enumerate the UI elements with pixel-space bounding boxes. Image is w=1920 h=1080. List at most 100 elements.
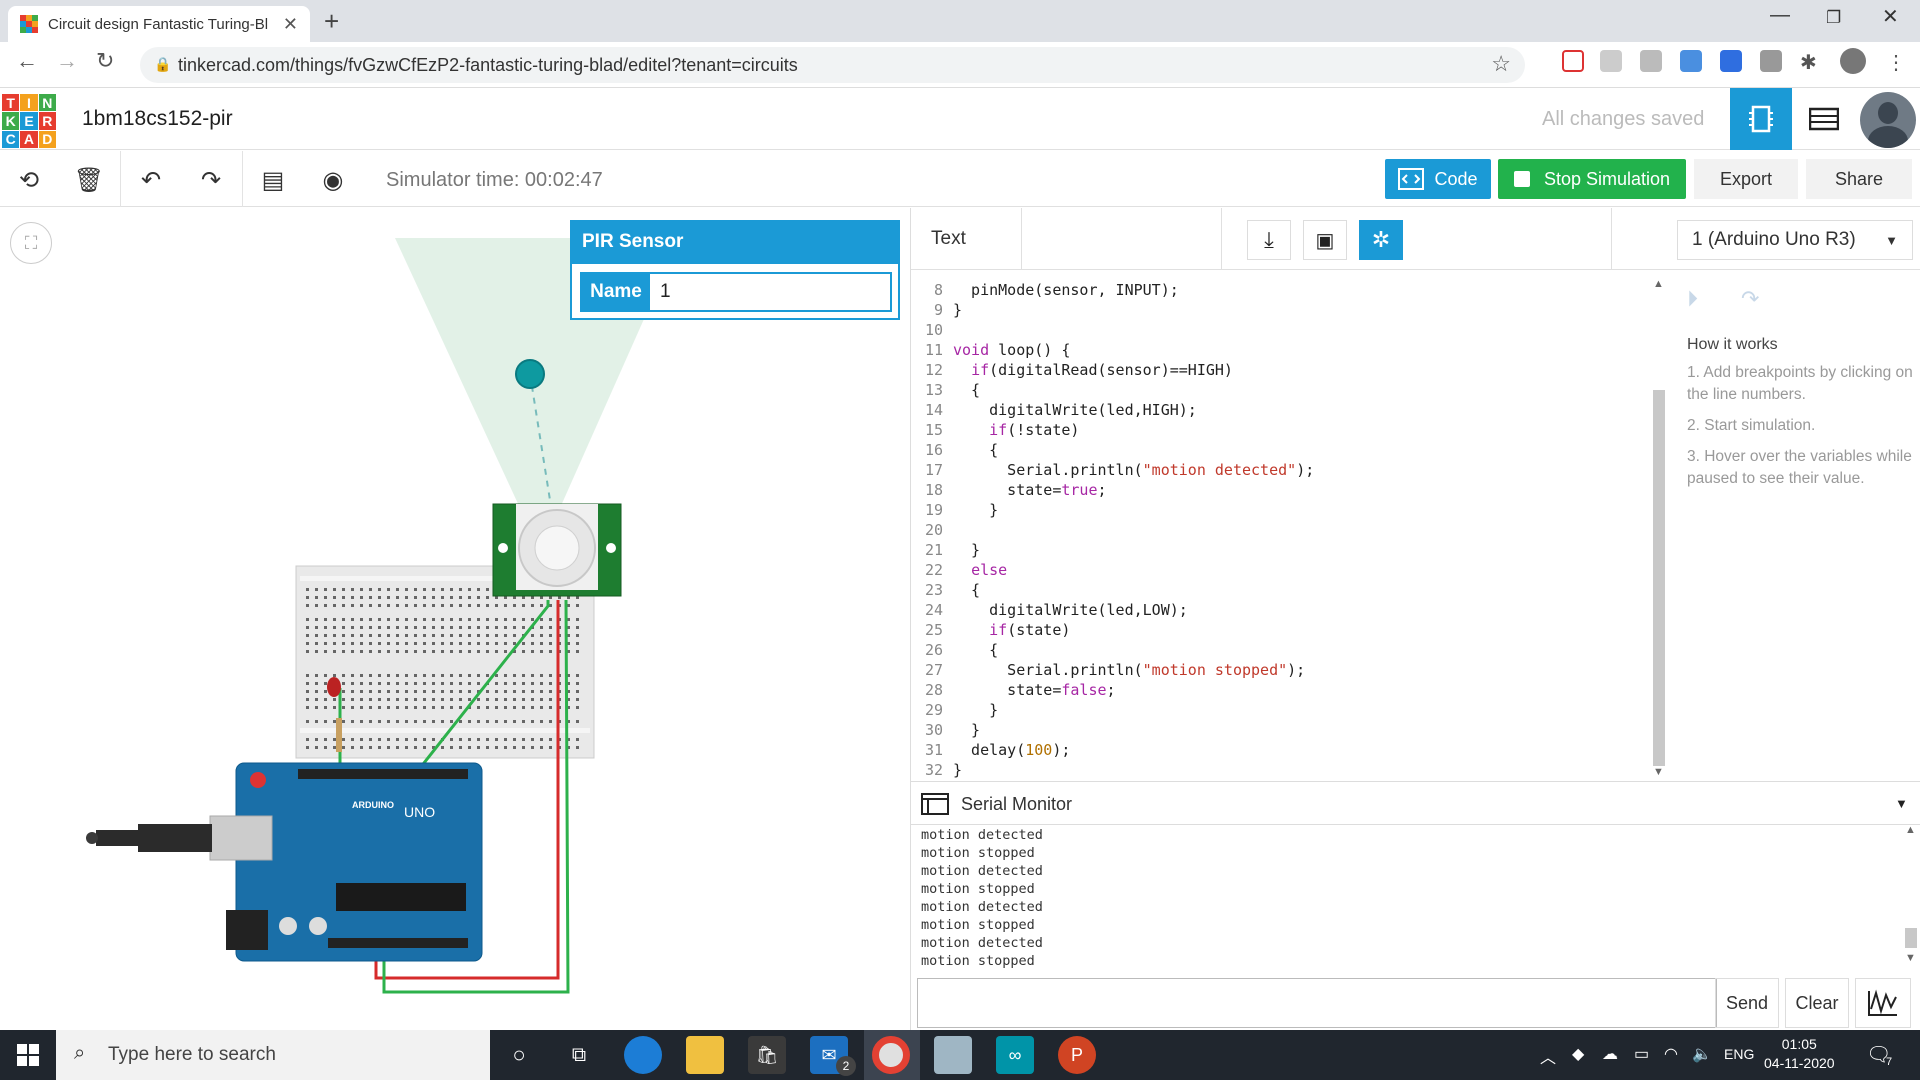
task-view-icon[interactable]: ⧉ xyxy=(560,1036,598,1074)
code-line[interactable]: 26 { xyxy=(911,640,1661,660)
restore-icon[interactable]: ❐ xyxy=(1826,8,1841,28)
forward-icon[interactable]: → xyxy=(56,48,78,74)
arduino-ide-icon[interactable]: ∞ xyxy=(996,1036,1034,1074)
visibility-icon[interactable]: ◉ xyxy=(318,165,348,195)
line-number[interactable]: 18 xyxy=(911,480,953,500)
rotate-icon[interactable]: ⟲ xyxy=(14,165,44,195)
code-line[interactable]: 13 { xyxy=(911,380,1661,400)
line-number[interactable]: 29 xyxy=(911,700,953,720)
code-line[interactable]: 15 if(!state) xyxy=(911,420,1661,440)
motion-target-object[interactable] xyxy=(515,359,545,389)
code-line[interactable]: 20 xyxy=(911,520,1661,540)
component-list-button[interactable] xyxy=(1793,88,1855,150)
back-icon[interactable]: ← xyxy=(16,48,38,74)
code-line[interactable]: 12 if(digitalRead(sensor)==HIGH) xyxy=(911,360,1661,380)
line-number[interactable]: 20 xyxy=(911,520,953,540)
delete-icon[interactable]: 🗑 xyxy=(74,165,104,195)
code-line[interactable]: 16 { xyxy=(911,440,1661,460)
extension-icon[interactable] xyxy=(1640,50,1662,72)
led[interactable] xyxy=(327,677,341,697)
step-over-icon[interactable]: ↷ xyxy=(1741,286,1759,312)
code-line[interactable]: 28 state=false; xyxy=(911,680,1661,700)
code-line[interactable]: 30 } xyxy=(911,720,1661,740)
line-number[interactable]: 28 xyxy=(911,680,953,700)
serial-scroll-down-icon[interactable]: ▼ xyxy=(1905,952,1916,964)
circuit-canvas[interactable]: ⛶ ARDUINO UNO xyxy=(0,208,910,1030)
line-number[interactable]: 13 xyxy=(911,380,953,400)
taskbar-search[interactable]: ⌕ Type here to search xyxy=(56,1030,490,1080)
user-avatar[interactable] xyxy=(1860,92,1916,148)
line-number[interactable]: 15 xyxy=(911,420,953,440)
line-number[interactable]: 11 xyxy=(911,340,953,360)
code-line[interactable]: 17 Serial.println("motion detected"); xyxy=(911,460,1661,480)
code-line[interactable]: 23 { xyxy=(911,580,1661,600)
step-play-icon[interactable]: ⏵ xyxy=(1687,286,1698,312)
code-scrollbar[interactable] xyxy=(1653,390,1665,766)
download-extension-icon[interactable] xyxy=(1760,50,1782,72)
bookmark-star-icon[interactable]: ☆ xyxy=(1491,51,1511,77)
line-number[interactable]: 9 xyxy=(911,300,953,320)
serial-scrollbar[interactable] xyxy=(1905,928,1917,948)
share-button[interactable]: Share xyxy=(1806,159,1912,199)
line-number[interactable]: 16 xyxy=(911,440,953,460)
line-number[interactable]: 17 xyxy=(911,460,953,480)
line-number[interactable]: 27 xyxy=(911,660,953,680)
extension-icon[interactable] xyxy=(1600,50,1622,72)
serial-input[interactable] xyxy=(917,978,1717,1028)
line-number[interactable]: 21 xyxy=(911,540,953,560)
dropbox-icon[interactable]: ◆ xyxy=(1572,1044,1584,1064)
address-bar[interactable]: 🔒 tinkercad.com/things/fvGzwCfEzP2-fanta… xyxy=(140,47,1525,83)
close-window-icon[interactable]: ✕ xyxy=(1882,4,1899,29)
code-line[interactable]: 27 Serial.println("motion stopped"); xyxy=(911,660,1661,680)
minimize-icon[interactable]: — xyxy=(1770,4,1790,27)
code-line[interactable]: 32} xyxy=(911,760,1661,780)
app-icon[interactable] xyxy=(934,1036,972,1074)
chrome-icon[interactable] xyxy=(872,1036,910,1074)
line-number[interactable]: 22 xyxy=(911,560,953,580)
close-tab-icon[interactable]: ✕ xyxy=(283,14,298,35)
code-line[interactable]: 9} xyxy=(911,300,1661,320)
line-number[interactable]: 31 xyxy=(911,740,953,760)
powerpoint-icon[interactable]: P xyxy=(1058,1036,1096,1074)
code-line[interactable]: 19 } xyxy=(911,500,1661,520)
arduino-uno[interactable] xyxy=(235,762,483,962)
code-line[interactable]: 11 void loop() { xyxy=(911,340,1661,360)
graph-icon[interactable] xyxy=(1855,978,1911,1028)
windows-start-icon[interactable] xyxy=(0,1030,56,1080)
clear-button[interactable]: Clear xyxy=(1785,978,1849,1028)
onedrive-icon[interactable]: ☁ xyxy=(1602,1044,1618,1064)
code-line[interactable]: 24 digitalWrite(led,LOW); xyxy=(911,600,1661,620)
line-number[interactable]: 25 xyxy=(911,620,953,640)
code-button[interactable]: Code xyxy=(1385,159,1491,199)
circuit-view-button[interactable] xyxy=(1730,88,1792,150)
show-hidden-icons-icon[interactable]: ︿ xyxy=(1540,1044,1556,1068)
line-number[interactable]: 23 xyxy=(911,580,953,600)
collapse-chevron-icon[interactable]: ▼ xyxy=(1895,796,1908,811)
serial-monitor-header[interactable]: Serial Monitor ▼ xyxy=(911,781,1920,825)
pocket-extension-icon[interactable] xyxy=(1562,50,1584,72)
taskbar-clock[interactable]: 01:05 04-11-2020 xyxy=(1764,1035,1835,1073)
project-name[interactable]: 1bm18cs152-pir xyxy=(82,107,233,131)
code-line[interactable]: 25 if(state) xyxy=(911,620,1661,640)
line-number[interactable]: 8 xyxy=(911,280,953,300)
libraries-icon[interactable]: ▣ xyxy=(1303,220,1347,260)
resistor[interactable] xyxy=(336,718,342,752)
code-line[interactable]: 31 delay(100); xyxy=(911,740,1661,760)
scroll-down-icon[interactable]: ▼ xyxy=(1653,766,1664,778)
line-number[interactable]: 14 xyxy=(911,400,953,420)
serial-scroll-up-icon[interactable]: ▲ xyxy=(1905,824,1916,836)
camera-extension-icon[interactable] xyxy=(1680,50,1702,72)
line-number[interactable]: 26 xyxy=(911,640,953,660)
line-number[interactable]: 32 xyxy=(911,760,953,780)
browser-tab[interactable]: Circuit design Fantastic Turing-Bl ✕ xyxy=(8,6,310,42)
name-input[interactable]: 1 xyxy=(650,274,890,310)
scroll-up-icon[interactable]: ▲ xyxy=(1653,278,1664,290)
undo-icon[interactable]: ↶ xyxy=(136,165,166,195)
cortana-icon[interactable]: ○ xyxy=(500,1036,538,1074)
code-editor[interactable]: 8 pinMode(sensor, INPUT); 9} 10 11 void loop… xyxy=(911,270,1661,790)
language-indicator[interactable]: ENG xyxy=(1724,1046,1754,1062)
code-line[interactable]: 18 state=true; xyxy=(911,480,1661,500)
device-select[interactable]: 1 (Arduino Uno R3) ▼ xyxy=(1677,220,1913,260)
line-number[interactable]: 19 xyxy=(911,500,953,520)
edge-icon[interactable] xyxy=(624,1036,662,1074)
